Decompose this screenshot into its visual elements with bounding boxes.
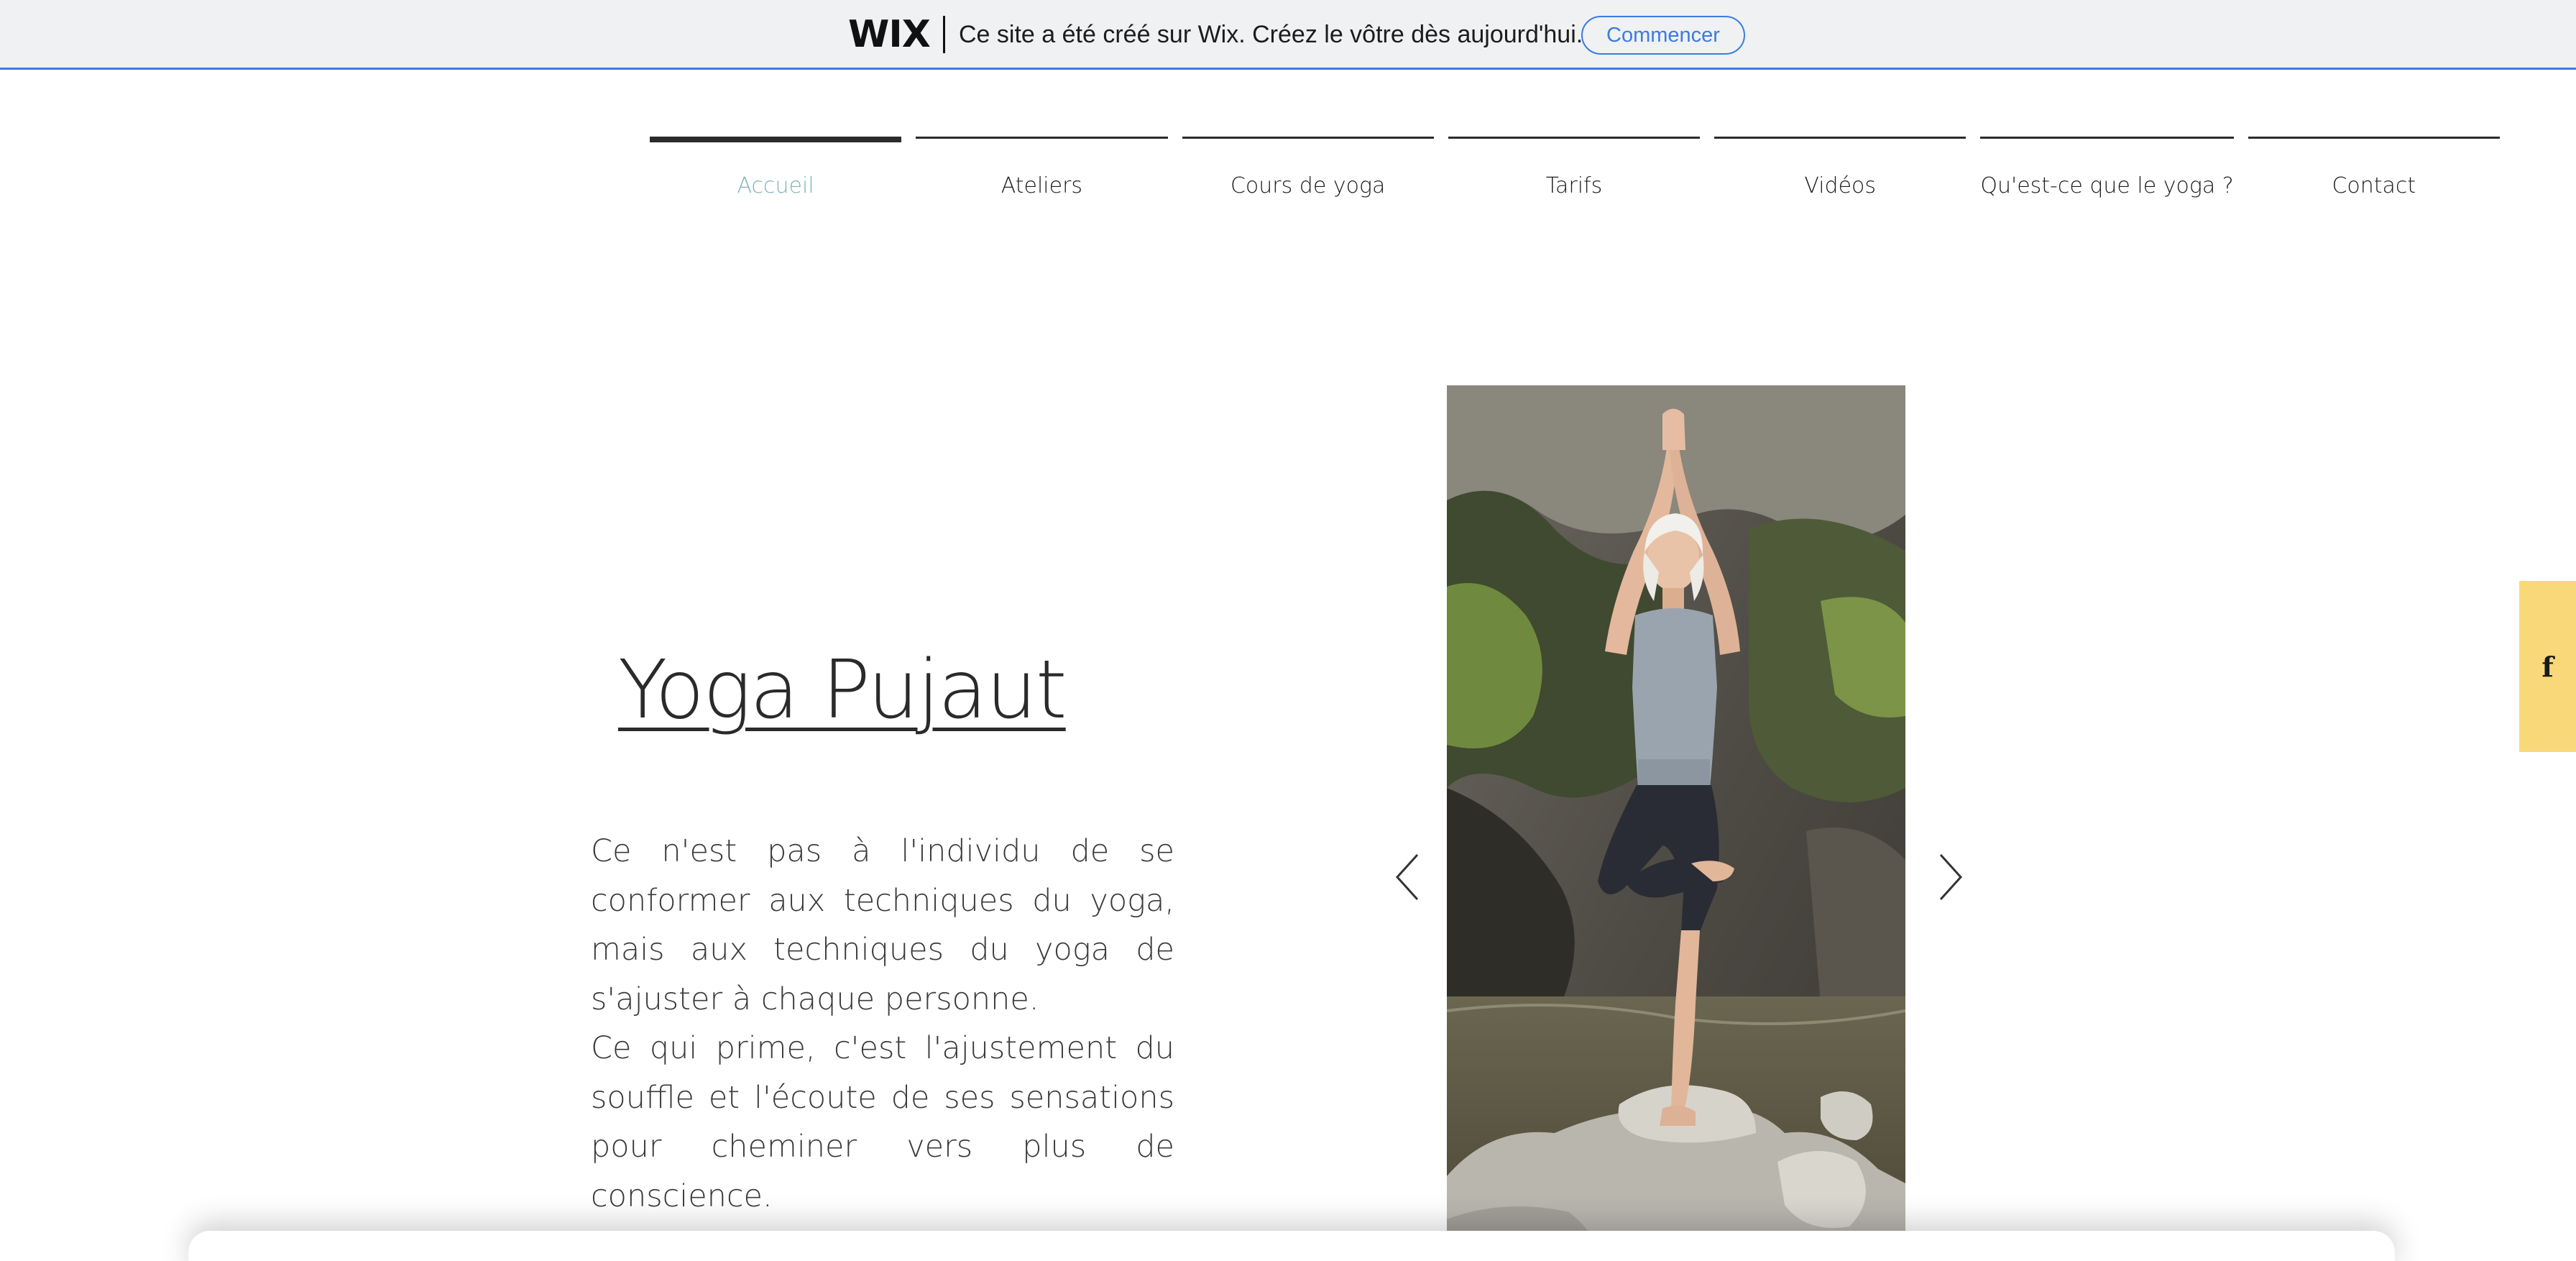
wix-promo-banner: WIX Ce site a été créé sur Wix. Créez le… xyxy=(0,0,2576,70)
facebook-icon: f xyxy=(2542,650,2554,683)
slideshow-next-button[interactable] xyxy=(1929,848,1972,906)
nav-item-ateliers[interactable]: Ateliers xyxy=(916,137,1168,216)
nav-item-cours-de-yoga[interactable]: Cours de yoga xyxy=(1182,137,1434,216)
chevron-left-icon xyxy=(1395,853,1419,901)
banner-divider xyxy=(943,16,945,53)
photo-slideshow xyxy=(1447,385,1905,1261)
nav-item-tarifs[interactable]: Tarifs xyxy=(1448,137,1701,216)
nav-item-quest-ce-que-le-yoga[interactable]: Qu'est-ce que le yoga ? xyxy=(1980,137,2234,216)
nav-item-contact[interactable]: Contact xyxy=(2248,137,2500,216)
main-nav: Accueil Ateliers Cours de yoga Tarifs Vi… xyxy=(650,137,2500,216)
wix-logo[interactable]: WIX xyxy=(848,12,931,58)
intro-text: Ce n'est pas à l'individu de se conforme… xyxy=(591,827,1174,1221)
page-title: Yoga Pujaut xyxy=(618,643,1067,737)
chevron-right-icon xyxy=(1939,853,1963,901)
facebook-share-button[interactable]: f xyxy=(2519,581,2576,752)
intro-paragraph-2: Ce qui prime, c'est l'ajustement du souf… xyxy=(591,1030,1174,1214)
page: WIX Ce site a été créé sur Wix. Créez le… xyxy=(0,0,2576,1261)
nav-item-accueil[interactable]: Accueil xyxy=(650,137,902,216)
start-button[interactable]: Commencer xyxy=(1581,16,1745,55)
intro-paragraph-1: Ce n'est pas à l'individu de se conforme… xyxy=(591,833,1174,1017)
yoga-pose-photo xyxy=(1447,385,1905,1261)
banner-message: Ce site a été créé sur Wix. Créez le vôt… xyxy=(959,20,1583,48)
next-section-edge xyxy=(188,1231,2395,1261)
nav-item-videos[interactable]: Vidéos xyxy=(1714,137,1966,216)
slideshow-prev-button[interactable] xyxy=(1386,848,1429,906)
